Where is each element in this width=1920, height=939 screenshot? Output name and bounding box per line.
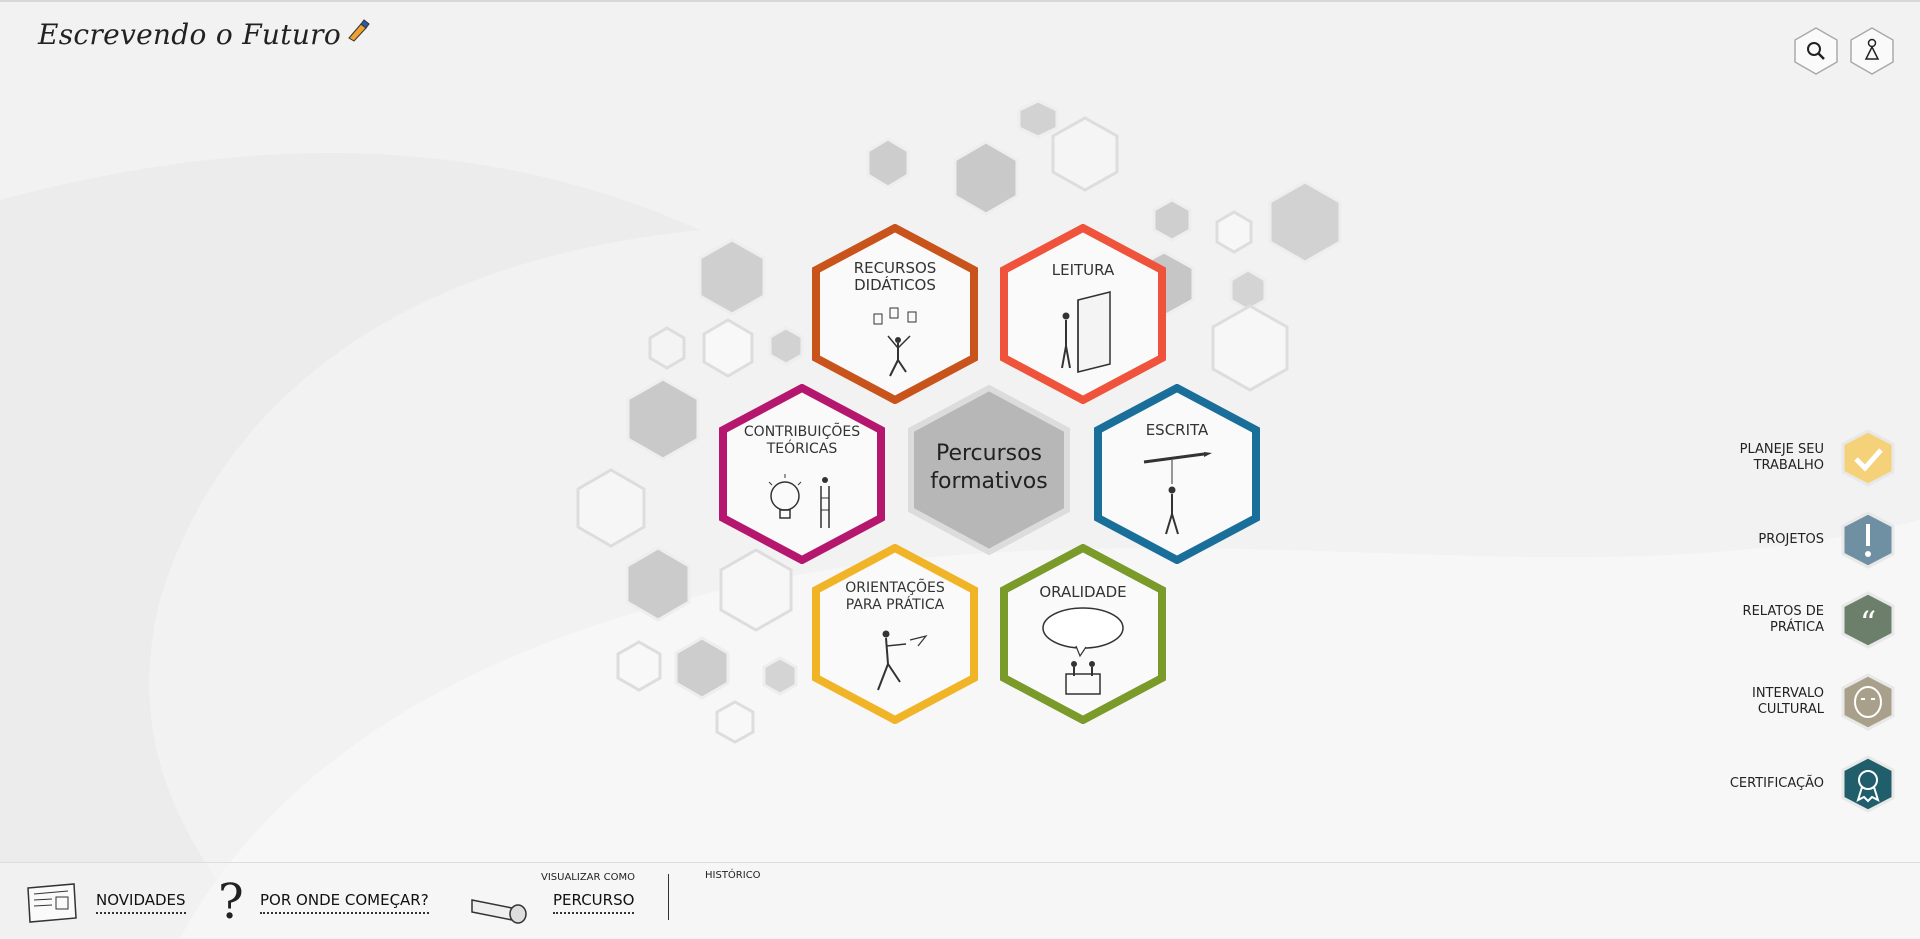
module-label: Oralidade bbox=[1000, 584, 1166, 601]
module-label-line2: didáticos bbox=[854, 276, 936, 294]
sidebar-label-line2: trabalho bbox=[1753, 458, 1824, 473]
module-label-line1: Orientações bbox=[845, 580, 945, 596]
logo-text: Escrevendo o Futuro bbox=[38, 18, 341, 51]
sidebar-label-line1: Planeje seu bbox=[1739, 442, 1824, 457]
center-title-line2: formativos bbox=[930, 469, 1048, 494]
question-icon: ? bbox=[218, 874, 244, 930]
news-button[interactable]: Novidades bbox=[24, 882, 190, 932]
module-label: Leitura bbox=[1000, 262, 1166, 279]
runner-illustration bbox=[877, 630, 928, 691]
module-orientacoes-para-pratica[interactable]: Orientações para prática bbox=[812, 544, 978, 724]
sidebar-label-line1: Relatos de bbox=[1742, 604, 1824, 619]
module-leitura[interactable]: Leitura bbox=[1000, 224, 1166, 404]
telescope-icon bbox=[471, 899, 527, 924]
sidebar-label-line2: prática bbox=[1770, 620, 1824, 635]
center-hex[interactable]: Percursos formativos bbox=[907, 384, 1071, 556]
mask-icon bbox=[1841, 673, 1895, 731]
module-label-line2: para prática bbox=[845, 597, 945, 613]
sidebar-label-line1: Projetos bbox=[1758, 532, 1824, 547]
reader-illustration bbox=[1061, 291, 1111, 373]
module-label: Recursos didáticos bbox=[812, 260, 978, 294]
module-label: Orientações para prática bbox=[812, 580, 978, 614]
sidebar-item-relatos[interactable]: Relatos de prática “ bbox=[1676, 590, 1896, 650]
news-label: Novidades bbox=[96, 891, 186, 914]
module-label-line1: Escrita bbox=[1145, 421, 1209, 439]
start-label: Por onde começar? bbox=[260, 891, 429, 914]
ribbon-icon bbox=[1841, 755, 1895, 813]
module-label-line1: Contribuições bbox=[743, 424, 861, 440]
module-label: Escrita bbox=[1094, 422, 1260, 439]
center-title-line1: Percursos bbox=[935, 441, 1043, 466]
module-label: Contribuições teóricas bbox=[719, 424, 885, 458]
logo[interactable]: Escrevendo o Futuro bbox=[38, 18, 370, 51]
search-button[interactable] bbox=[1793, 26, 1839, 76]
module-oralidade[interactable]: Oralidade bbox=[1000, 544, 1166, 724]
user-icon bbox=[1850, 27, 1894, 75]
sidebar-item-label: Intervalo cultural bbox=[1684, 686, 1824, 718]
sidebar-label-line2: cultural bbox=[1757, 702, 1824, 717]
speech-bubble-illustration bbox=[1042, 607, 1124, 695]
sidebar-label-line1: Certificação bbox=[1729, 776, 1824, 791]
divider bbox=[668, 874, 669, 920]
path-label: Percurso bbox=[553, 891, 635, 914]
sidebar-item-intervalo[interactable]: Intervalo cultural bbox=[1676, 672, 1896, 732]
sidebar-item-planeje[interactable]: Planeje seu trabalho bbox=[1676, 428, 1896, 488]
history-link[interactable]: Histórico bbox=[705, 870, 761, 881]
writer-illustration bbox=[1143, 452, 1212, 535]
module-label-line1: Oralidade bbox=[1039, 583, 1127, 601]
sidebar-item-certificacao[interactable]: Certificação bbox=[1676, 754, 1896, 814]
sidebar-label-line1: Intervalo bbox=[1751, 686, 1824, 701]
module-contribuicoes-teoricas[interactable]: Contribuições teóricas bbox=[719, 384, 885, 564]
path-button[interactable]: Visualizar como Percurso bbox=[468, 872, 638, 932]
sidebar-item-label: Relatos de prática bbox=[1684, 604, 1824, 636]
check-icon bbox=[1841, 429, 1895, 487]
center-title: Percursos formativos bbox=[907, 440, 1071, 496]
start-button[interactable]: ? Por onde começar? bbox=[216, 874, 446, 932]
sidebar-item-label: Planeje seu trabalho bbox=[1684, 442, 1824, 474]
svg-text:“: “ bbox=[1860, 604, 1876, 642]
lightbulb-illustration bbox=[768, 474, 830, 528]
module-label-line2: teóricas bbox=[766, 441, 838, 457]
sidebar-item-label: Projetos bbox=[1684, 532, 1824, 548]
view-as-label: Visualizar como bbox=[541, 872, 635, 883]
pencil-icon bbox=[348, 19, 370, 42]
sidebar-item-projetos[interactable]: Projetos bbox=[1676, 510, 1896, 570]
module-recursos-didaticos[interactable]: Recursos didáticos bbox=[812, 224, 978, 404]
module-label-line1: Leitura bbox=[1051, 261, 1115, 279]
search-icon bbox=[1794, 27, 1838, 75]
quote-icon: “ bbox=[1841, 591, 1895, 649]
module-label-line1: Recursos bbox=[853, 259, 937, 277]
newspaper-icon bbox=[27, 883, 77, 923]
sidebar-item-label: Certificação bbox=[1684, 776, 1824, 792]
juggler-illustration bbox=[873, 307, 917, 377]
exclamation-icon bbox=[1841, 511, 1895, 569]
module-escrita[interactable]: Escrita bbox=[1094, 384, 1260, 564]
user-button[interactable] bbox=[1849, 26, 1895, 76]
